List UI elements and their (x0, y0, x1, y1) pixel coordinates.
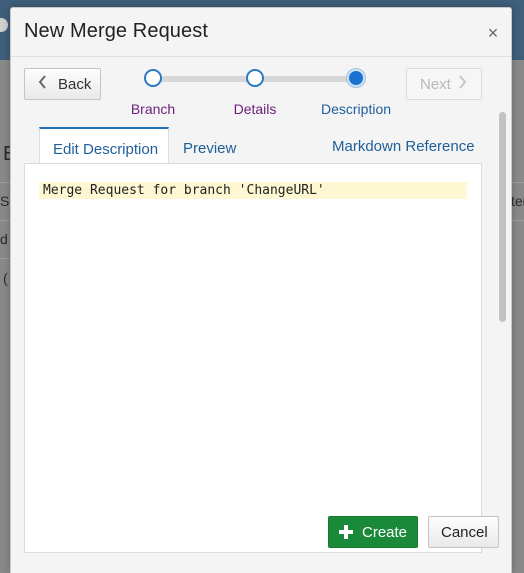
chevron-right-icon (458, 73, 468, 96)
background-divider (0, 220, 10, 221)
cancel-button[interactable]: Cancel (428, 516, 499, 548)
background-text-fragment: d (0, 231, 8, 247)
step-dot-details[interactable] (246, 69, 264, 87)
background-divider (510, 220, 524, 221)
create-button[interactable]: Create (328, 516, 418, 548)
dialog-scrollbar[interactable] (497, 112, 508, 557)
step-dot-branch[interactable] (144, 69, 162, 87)
tab-edit-description[interactable]: Edit Description (39, 127, 169, 164)
step-label-details[interactable]: Details (219, 101, 291, 117)
cancel-button-label: Cancel (441, 524, 488, 541)
plus-icon (339, 520, 353, 544)
step-label-description[interactable]: Description (311, 101, 401, 117)
close-icon[interactable]: × (485, 24, 501, 42)
background-divider (510, 182, 524, 183)
step-label-branch[interactable]: Branch (117, 101, 189, 117)
create-button-label: Create (362, 524, 408, 541)
scrollbar-thumb[interactable] (499, 112, 506, 322)
tab-preview[interactable]: Preview (183, 140, 236, 157)
dialog-title: New Merge Request (24, 20, 209, 42)
tab-edit-description-label: Edit Description (53, 141, 159, 158)
background-text-fragment: S (0, 193, 10, 209)
background-divider (0, 258, 10, 259)
editor-text-line[interactable]: Merge Request for branch 'ChangeURL' (39, 182, 467, 199)
next-button[interactable]: Next (406, 68, 482, 100)
dialog-body: Back Branch Details Description Next Edi… (11, 57, 511, 573)
markdown-reference-link[interactable]: Markdown Reference (332, 138, 475, 155)
new-merge-request-dialog: New Merge Request × Back Branch Details … (10, 7, 512, 573)
background-text-fragment: ter (511, 193, 524, 209)
step-dot-description[interactable] (347, 69, 365, 87)
background-divider (0, 182, 10, 183)
dialog-header: New Merge Request × (11, 8, 511, 57)
description-editor[interactable]: Merge Request for branch 'ChangeURL' (24, 163, 482, 553)
background-text-fragment: ( (3, 270, 8, 286)
next-button-label: Next (420, 76, 451, 93)
